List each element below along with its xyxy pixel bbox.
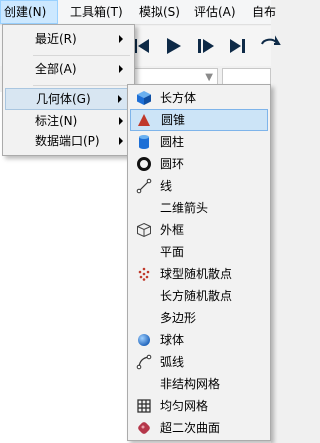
torus-icon xyxy=(137,157,151,171)
menu-item-label: 外框 xyxy=(160,223,185,237)
chevron-down-icon: ▼ xyxy=(205,72,213,83)
menu-item-line[interactable]: 线 xyxy=(130,175,268,197)
menu-item-label: 多边形 xyxy=(160,311,197,325)
menu-item-superquadric[interactable]: 超二次曲面 xyxy=(130,417,268,439)
submenu-arrow-icon xyxy=(118,95,122,103)
play-icon xyxy=(167,38,181,54)
menu-item-cuboid-scatter[interactable]: 长方随机散点 xyxy=(130,285,268,307)
menu-item-cone[interactable]: 圆锥 xyxy=(130,109,268,131)
menu-item-label: 均匀网格 xyxy=(160,399,209,413)
create-menu: 最近(R) 全部(A) 几何体(G) 标注(N) 数据端口(P) xyxy=(2,24,135,156)
menu-separator xyxy=(33,85,130,86)
menu-item-recent[interactable]: 最近(R) xyxy=(5,28,132,50)
menu-item-label: 长方体 xyxy=(160,91,197,105)
menu-toolbox[interactable]: 工具箱(T) xyxy=(70,0,123,24)
menu-item-annotation[interactable]: 标注(N) xyxy=(5,110,132,132)
menu-separator xyxy=(33,55,130,56)
menu-item-label: 超二次曲面 xyxy=(160,421,221,435)
skip-end-button[interactable] xyxy=(227,35,249,57)
menu-item-sphere[interactable]: 球体 xyxy=(130,329,268,351)
menu-item-label: 二维箭头 xyxy=(160,201,209,215)
menu-item-polygon[interactable]: 多边形 xyxy=(130,307,268,329)
menu-item-label: 最近(R) xyxy=(35,32,77,46)
submenu-arrow-icon xyxy=(119,65,123,73)
menu-item-label: 弧线 xyxy=(160,355,185,369)
menu-item-label: 球型随机散点 xyxy=(160,267,233,281)
menu-item-label: 长方随机散点 xyxy=(160,289,233,303)
cube-icon xyxy=(137,91,151,105)
submenu-arrow-icon xyxy=(119,117,123,125)
menu-create[interactable]: 创建(N) xyxy=(0,0,58,24)
menu-item-label: 圆锥 xyxy=(161,113,186,127)
menu-item-label: 几何体(G) xyxy=(36,92,91,106)
menu-item-2d-arrow[interactable]: 二维箭头 xyxy=(130,197,268,219)
menu-simulate[interactable]: 模拟(S) xyxy=(139,0,180,24)
menu-item-all[interactable]: 全部(A) xyxy=(5,58,132,80)
arc-icon xyxy=(136,354,152,370)
loop-icon xyxy=(261,35,281,45)
menu-item-label: 圆环 xyxy=(160,157,185,171)
step-forward-button[interactable] xyxy=(195,35,217,57)
play-button[interactable] xyxy=(162,35,184,57)
menu-item-plane[interactable]: 平面 xyxy=(130,241,268,263)
menu-more[interactable]: 自布 xyxy=(252,0,276,24)
menu-item-unstructured-grid[interactable]: 非结构网格 xyxy=(130,373,268,395)
menu-item-cuboid[interactable]: 长方体 xyxy=(130,87,268,109)
menu-item-label: 全部(A) xyxy=(35,62,77,76)
menu-item-data-port[interactable]: 数据端口(P) xyxy=(5,130,132,152)
menu-item-label: 圆柱 xyxy=(160,135,185,149)
cone-icon xyxy=(138,114,150,126)
outline-box-icon xyxy=(137,222,151,238)
menu-item-cylinder[interactable]: 圆柱 xyxy=(130,131,268,153)
submenu-arrow-icon xyxy=(119,35,123,43)
menu-item-outline[interactable]: 外框 xyxy=(130,219,268,241)
menu-item-label: 非结构网格 xyxy=(160,377,221,391)
loop-button[interactable] xyxy=(259,35,281,57)
menu-evaluate[interactable]: 评估(A) xyxy=(194,0,236,24)
menu-item-label: 球体 xyxy=(160,333,185,347)
cylinder-icon xyxy=(139,135,149,149)
menu-item-label: 标注(N) xyxy=(35,114,78,128)
menu-item-spherical-scatter[interactable]: 球型随机散点 xyxy=(130,263,268,285)
menu-item-torus[interactable]: 圆环 xyxy=(130,153,268,175)
superquadric-icon xyxy=(138,422,150,434)
menu-item-label: 平面 xyxy=(160,245,185,259)
grid-icon xyxy=(137,399,151,413)
menu-item-label: 数据端口(P) xyxy=(35,134,100,148)
step-forward-icon xyxy=(198,39,214,53)
skip-end-icon xyxy=(230,39,245,53)
scatter-points-icon xyxy=(138,267,150,281)
geometry-submenu: 长方体 圆锥 圆柱 圆环 线 二维箭头 外框 平面 球型随机散点 长方随机散点 … xyxy=(127,84,271,441)
menu-item-uniform-grid[interactable]: 均匀网格 xyxy=(130,395,268,417)
sphere-icon xyxy=(138,334,150,346)
menu-item-geometry[interactable]: 几何体(G) xyxy=(5,88,132,110)
line-icon xyxy=(136,178,152,194)
menu-bar: 创建(N) 工具箱(T) 模拟(S) 评估(A) 自布 xyxy=(0,0,276,25)
submenu-arrow-icon xyxy=(119,137,123,145)
menu-item-label: 线 xyxy=(160,179,173,193)
menu-item-arc[interactable]: 弧线 xyxy=(130,351,268,373)
